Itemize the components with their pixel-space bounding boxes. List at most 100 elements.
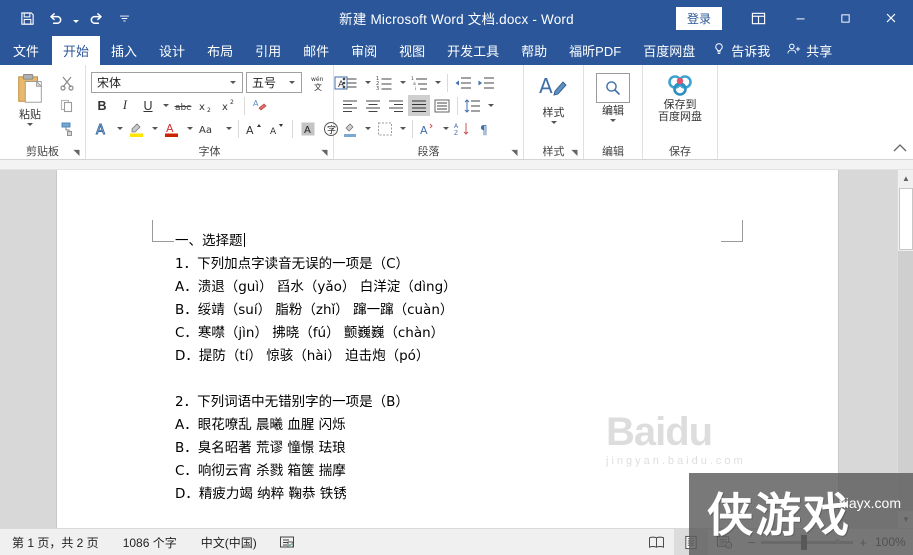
align-center-icon[interactable] bbox=[362, 95, 384, 116]
font-size-dropdown-icon[interactable] bbox=[289, 81, 295, 84]
document-text[interactable]: 一、选择题 1．下列加点字读音无误的一项是（C） A．溃退（guì） 舀水（yǎ… bbox=[175, 230, 778, 506]
underline-dropdown-icon[interactable] bbox=[160, 95, 171, 116]
page-indicator[interactable]: 第 1 页，共 2 页 bbox=[0, 534, 111, 551]
text-effects-dropdown-icon[interactable] bbox=[114, 118, 125, 139]
vertical-scrollbar[interactable]: ▲ ▼ bbox=[897, 170, 913, 528]
distributed-icon[interactable] bbox=[431, 95, 453, 116]
paste-button[interactable]: 粘贴 bbox=[5, 71, 55, 126]
undo-dropdown-icon[interactable] bbox=[70, 6, 81, 30]
tab-insert[interactable]: 插入 bbox=[100, 36, 148, 65]
increase-indent-icon[interactable] bbox=[475, 72, 497, 93]
sort-icon[interactable]: AZ bbox=[452, 118, 474, 139]
decrease-indent-icon[interactable] bbox=[452, 72, 474, 93]
scroll-up-icon[interactable]: ▲ bbox=[898, 170, 913, 187]
zoom-in-button[interactable]: + bbox=[859, 535, 867, 550]
ribbon-display-options-icon[interactable] bbox=[738, 0, 778, 36]
line-spacing-icon[interactable] bbox=[462, 95, 484, 116]
view-print-layout-button[interactable] bbox=[673, 528, 708, 555]
tab-file[interactable]: 文件 bbox=[0, 36, 52, 65]
grow-font-icon[interactable]: A bbox=[243, 118, 265, 139]
document-page[interactable]: 一、选择题 1．下列加点字读音无误的一项是（C） A．溃退（guì） 舀水（yǎ… bbox=[57, 170, 838, 528]
styles-button[interactable]: A 样式 bbox=[529, 71, 578, 124]
tab-design[interactable]: 设计 bbox=[148, 36, 196, 65]
numbering-icon[interactable]: 123 bbox=[374, 72, 396, 93]
sign-in-button[interactable]: 登录 bbox=[675, 6, 722, 30]
share-button[interactable]: 共享 bbox=[778, 36, 844, 65]
align-left-icon[interactable] bbox=[339, 95, 361, 116]
save-icon[interactable] bbox=[14, 6, 40, 30]
multilevel-list-icon[interactable]: 1ai bbox=[409, 72, 431, 93]
asian-layout-icon[interactable]: A bbox=[417, 118, 439, 139]
customize-qat-icon[interactable] bbox=[111, 6, 137, 30]
editing-dropdown-icon[interactable] bbox=[610, 119, 616, 122]
font-name-input[interactable]: 宋体 bbox=[91, 72, 243, 93]
tab-home[interactable]: 开始 bbox=[52, 36, 101, 65]
text-highlight-color-icon[interactable] bbox=[126, 118, 148, 139]
clear-formatting-icon[interactable]: A bbox=[249, 95, 271, 116]
text-effects-icon[interactable]: A bbox=[91, 118, 113, 139]
editing-button[interactable]: 编辑 bbox=[589, 71, 637, 122]
cut-icon[interactable] bbox=[55, 72, 79, 94]
scrollbar-thumb[interactable] bbox=[899, 188, 913, 250]
bullets-icon[interactable] bbox=[339, 72, 361, 93]
save-to-baidu-netdisk-button[interactable]: 保存到 百度网盘 bbox=[648, 71, 712, 123]
superscript-button[interactable]: x2 bbox=[218, 95, 240, 116]
format-painter-icon[interactable] bbox=[55, 118, 79, 140]
zoom-slider-track[interactable] bbox=[761, 534, 854, 550]
align-right-icon[interactable] bbox=[385, 95, 407, 116]
font-color-icon[interactable]: A bbox=[161, 118, 183, 139]
font-name-dropdown-icon[interactable] bbox=[230, 81, 236, 84]
asian-layout-dropdown-icon[interactable] bbox=[440, 118, 451, 139]
justify-icon[interactable] bbox=[408, 95, 430, 116]
font-dialog-launcher-icon[interactable]: ◥ bbox=[320, 148, 329, 157]
undo-icon[interactable] bbox=[42, 6, 68, 30]
copy-icon[interactable] bbox=[55, 95, 79, 117]
horizontal-ruler[interactable] bbox=[0, 160, 913, 170]
zoom-level-button[interactable]: 100% bbox=[875, 535, 913, 549]
styles-dropdown-icon[interactable] bbox=[550, 121, 557, 124]
tab-foxit-pdf[interactable]: 福昕PDF bbox=[558, 36, 632, 65]
tab-help[interactable]: 帮助 bbox=[510, 36, 558, 65]
tell-me-box[interactable]: 告诉我 bbox=[706, 36, 778, 65]
shading-icon[interactable] bbox=[339, 118, 361, 139]
zoom-control[interactable]: − + bbox=[742, 534, 875, 550]
tab-layout[interactable]: 布局 bbox=[196, 36, 244, 65]
numbering-dropdown-icon[interactable] bbox=[397, 72, 408, 93]
bold-button[interactable]: B bbox=[91, 95, 113, 116]
document-canvas[interactable]: 一、选择题 1．下列加点字读音无误的一项是（C） A．溃退（guì） 舀水（yǎ… bbox=[0, 170, 913, 528]
tab-developer[interactable]: 开发工具 bbox=[436, 36, 510, 65]
multilevel-dropdown-icon[interactable] bbox=[432, 72, 443, 93]
close-button[interactable] bbox=[868, 0, 913, 36]
tab-mailings[interactable]: 邮件 bbox=[292, 36, 340, 65]
tab-references[interactable]: 引用 bbox=[244, 36, 292, 65]
shrink-font-icon[interactable]: A bbox=[266, 118, 288, 139]
proofing-errors-icon[interactable] bbox=[269, 535, 305, 550]
underline-button[interactable]: U bbox=[137, 95, 159, 116]
show-formatting-marks-icon[interactable]: ¶ bbox=[475, 118, 497, 139]
collapse-ribbon-icon[interactable] bbox=[893, 143, 907, 156]
tab-review[interactable]: 审阅 bbox=[340, 36, 388, 65]
highlight-dropdown-icon[interactable] bbox=[149, 118, 160, 139]
character-shading-icon[interactable]: A bbox=[297, 118, 319, 139]
change-case-icon[interactable]: Aa bbox=[196, 118, 222, 139]
clipboard-dialog-launcher-icon[interactable]: ◥ bbox=[72, 148, 81, 157]
strikethrough-button[interactable]: abc bbox=[172, 95, 194, 116]
font-size-input[interactable]: 五号 bbox=[246, 72, 302, 93]
borders-icon[interactable] bbox=[374, 118, 396, 139]
paste-dropdown-icon[interactable] bbox=[27, 123, 33, 126]
bullets-dropdown-icon[interactable] bbox=[362, 72, 373, 93]
language-indicator[interactable]: 中文(中国) bbox=[189, 534, 269, 551]
view-read-mode-button[interactable] bbox=[640, 529, 674, 555]
tab-view[interactable]: 视图 bbox=[388, 36, 436, 65]
view-web-layout-button[interactable] bbox=[708, 529, 742, 555]
borders-dropdown-icon[interactable] bbox=[397, 118, 408, 139]
styles-dialog-launcher-icon[interactable]: ◥ bbox=[570, 148, 579, 157]
minimize-button[interactable] bbox=[778, 0, 823, 36]
line-spacing-dropdown-icon[interactable] bbox=[485, 95, 496, 116]
scrollbar-track[interactable] bbox=[898, 251, 913, 511]
scroll-down-icon[interactable]: ▼ bbox=[898, 511, 913, 528]
italic-button[interactable]: I bbox=[114, 95, 136, 116]
subscript-button[interactable]: x2 bbox=[195, 95, 217, 116]
shading-dropdown-icon[interactable] bbox=[362, 118, 373, 139]
maximize-button[interactable] bbox=[823, 0, 868, 36]
